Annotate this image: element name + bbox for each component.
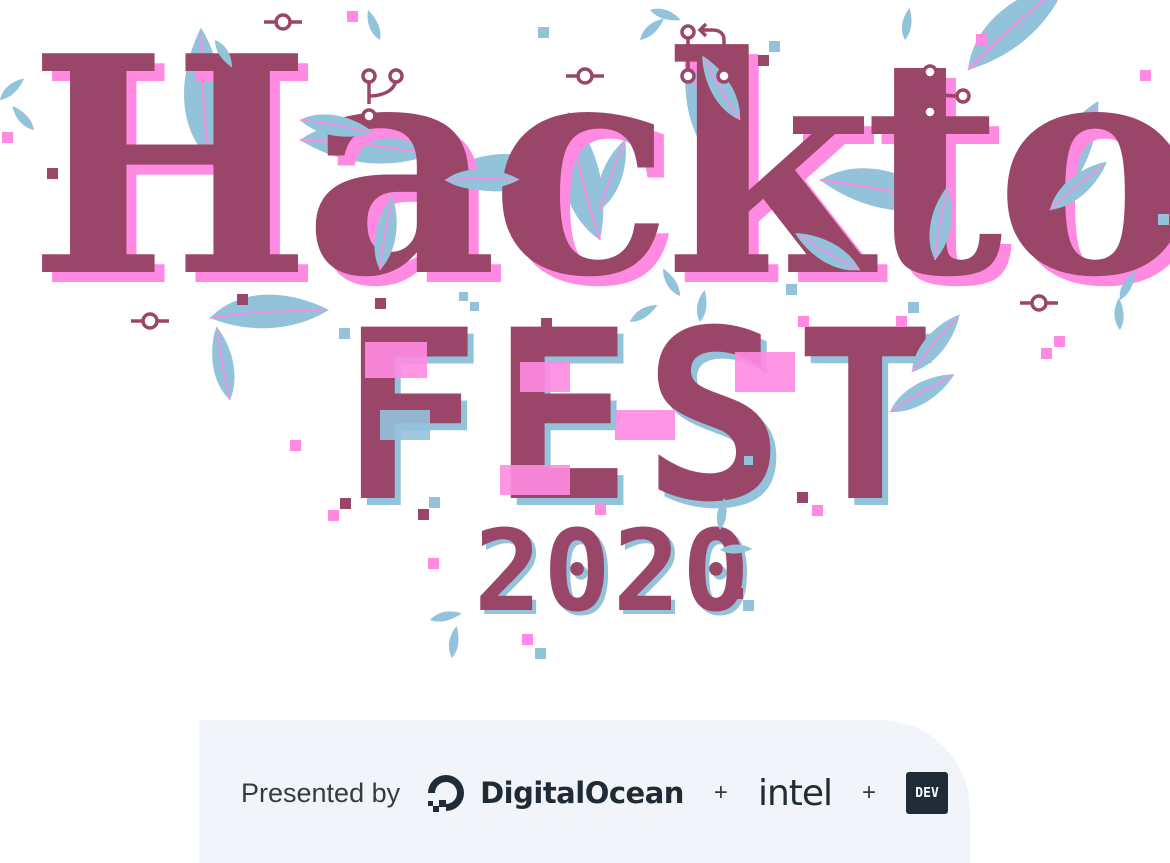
year-2020: 2020 2020 xyxy=(474,507,754,641)
presented-by-label: Presented by xyxy=(241,777,401,808)
digitalocean-logo-icon xyxy=(428,775,465,812)
dev-logo-label: DEV xyxy=(915,785,939,801)
digitalocean-logo[interactable]: DigitalOcean xyxy=(424,771,684,815)
plus-separator: + xyxy=(862,779,877,806)
dev-logo[interactable]: DEV xyxy=(906,772,949,814)
sponsor-row: Presented by DigitalOcean + intel + DEV xyxy=(241,768,949,818)
hacktoberfest-artwork: Hacktober Hacktober xyxy=(0,0,1170,659)
digitalocean-wordmark: DigitalOcean xyxy=(480,776,684,810)
intel-logo[interactable]: intel xyxy=(758,773,833,814)
sponsor-bar: Presented by DigitalOcean + intel + DEV xyxy=(199,720,970,863)
svg-text:2020: 2020 xyxy=(474,507,752,637)
plus-separator: + xyxy=(713,779,728,806)
